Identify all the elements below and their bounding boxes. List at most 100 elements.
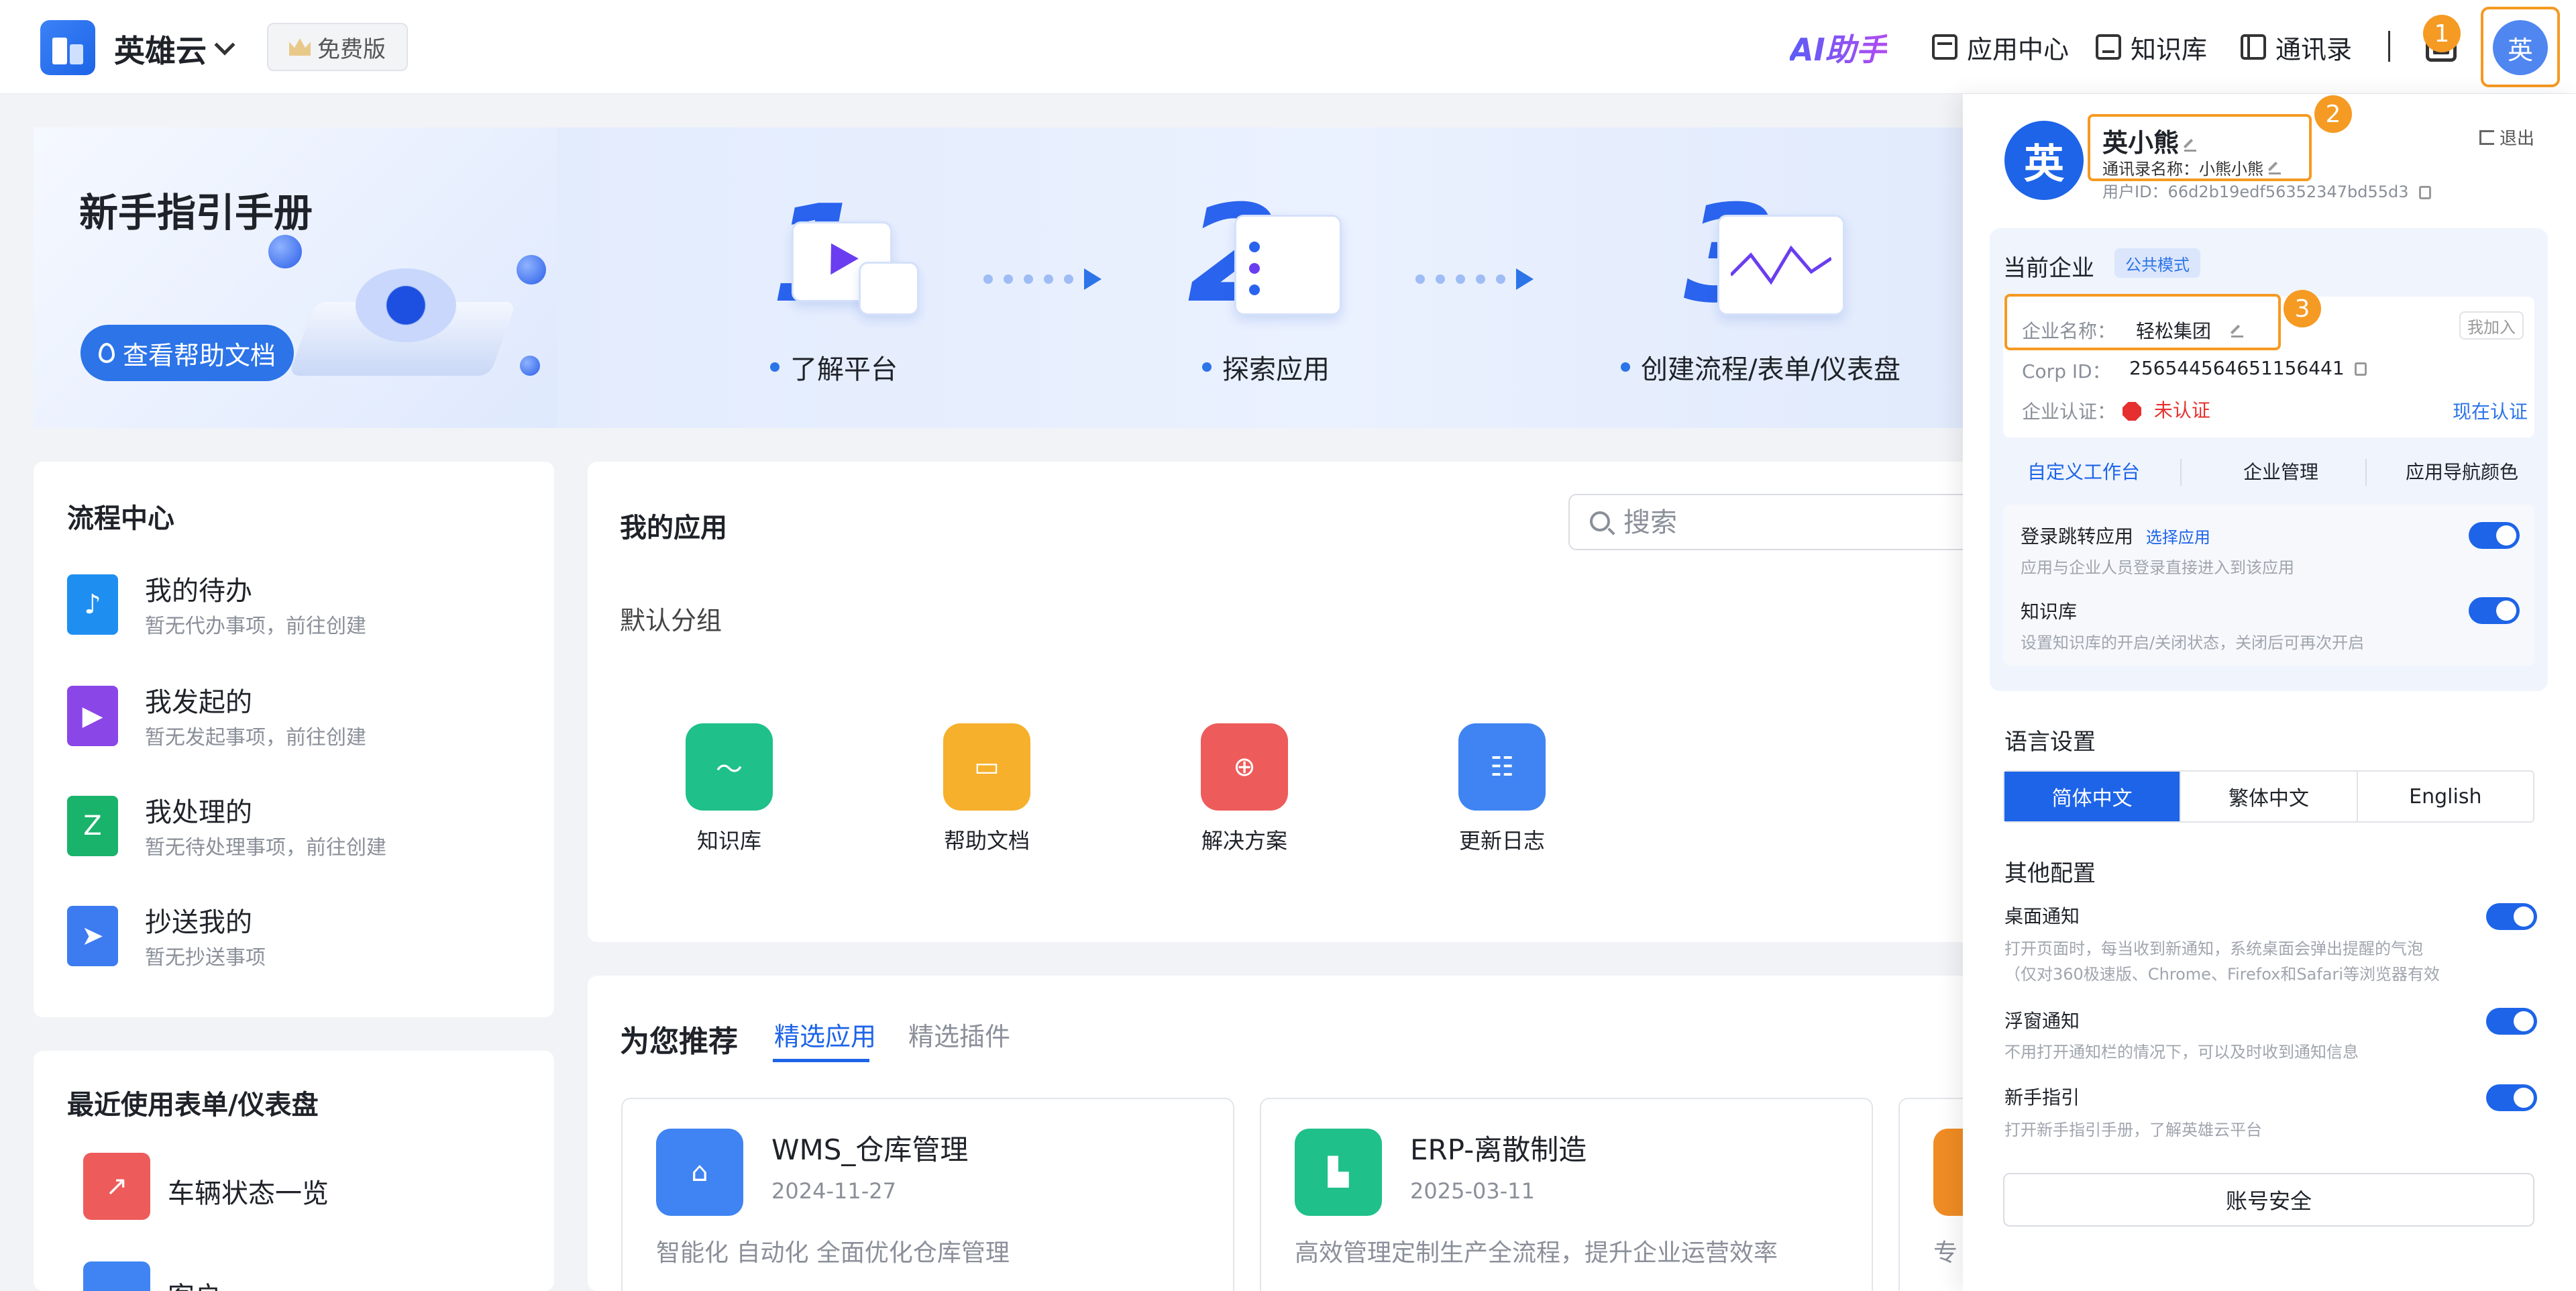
flow-item-cc[interactable]: ➤ 抄送我的 暂无抄送事项 xyxy=(34,900,554,974)
calendar-app-icon: ☷ xyxy=(1458,723,1546,811)
user-avatar-button[interactable]: 英 xyxy=(2481,7,2560,87)
flow-item-todo[interactable]: ♪ 我的待办 暂无代办事项，前往创建 xyxy=(34,569,554,643)
corp-id-text: 256544564651156441 xyxy=(2129,357,2345,379)
other-config-title: 其他配置 xyxy=(2004,860,2096,887)
nav-knowledge-base[interactable]: 知识库 xyxy=(2096,27,2207,67)
rec-card-desc: 智能化 自动化 全面优化仓库管理 xyxy=(656,1239,1010,1267)
tab-app-nav-color[interactable]: 应用导航颜色 xyxy=(2406,458,2518,484)
contact-name[interactable]: 通讯录名称：小熊小熊 xyxy=(2102,156,2281,179)
form-icon xyxy=(83,1261,150,1291)
step-3-illustration: 3 xyxy=(1684,188,1845,322)
joined-tag: 我加入 xyxy=(2459,311,2524,340)
login-redirect-switch[interactable] xyxy=(2469,522,2520,549)
recent-item[interactable]: 客户 xyxy=(168,1275,221,1291)
workspace-name[interactable]: 英雄云 xyxy=(114,27,207,71)
flow-item-name: 我发起的 xyxy=(145,687,252,718)
rec-card-desc: 专 xyxy=(1933,1239,1958,1267)
app-tile-knowledge[interactable]: 〜 知识库 xyxy=(659,723,793,858)
flow-item-sub: 暂无抄送事项 xyxy=(145,946,266,970)
search-icon xyxy=(1590,511,1610,531)
panel-title: 为您推荐 xyxy=(620,1025,738,1059)
play-icon: ▶ xyxy=(67,686,118,746)
lang-option-simplified[interactable]: 简体中文 xyxy=(2004,772,2180,821)
copy-icon[interactable] xyxy=(2354,362,2367,376)
tab-featured-plugins[interactable]: 精选插件 xyxy=(908,1016,1010,1053)
rec-card-name: ERP-离散制造 xyxy=(1410,1133,1587,1166)
guide-switch[interactable] xyxy=(2486,1084,2537,1111)
flow-item-name: 我处理的 xyxy=(145,797,252,828)
chevron-down-icon[interactable] xyxy=(214,34,235,56)
step-2-label[interactable]: 探索应用 xyxy=(1202,348,1330,386)
tab-featured-apps[interactable]: 精选应用 xyxy=(774,1016,876,1053)
logout-button[interactable]: 退出 xyxy=(2479,125,2534,150)
rec-card-erp[interactable]: ▙ ERP-离散制造 2025-03-11 高效管理定制生产全流程，提升企业运营… xyxy=(1260,1098,1873,1291)
lang-option-english[interactable]: English xyxy=(2356,772,2533,821)
app-group-label[interactable]: 默认分组 xyxy=(620,600,722,637)
flow-center-panel: 流程中心 ♪ 我的待办 暂无代办事项，前往创建 ▶ 我发起的 暂无发起事项，前往… xyxy=(34,462,554,1017)
choose-app-link[interactable]: 选择应用 xyxy=(2146,528,2210,547)
plan-badge[interactable]: 免费版 xyxy=(267,23,408,71)
verify-now-link[interactable]: 现在认证 xyxy=(2453,397,2528,424)
app-tile-changelog[interactable]: ☷ 更新日志 xyxy=(1432,723,1566,858)
top-bar: 英雄云 免费版 AI助手 应用中心 知识库 通讯录 1 英 xyxy=(0,0,2576,94)
copy-icon[interactable] xyxy=(2419,186,2432,199)
rec-card-desc: 高效管理定制生产全流程，提升企业运营效率 xyxy=(1295,1239,1778,1267)
book-icon xyxy=(2096,34,2121,60)
rec-card-wms[interactable]: ⌂ WMS_仓库管理 2024-11-27 智能化 自动化 全面优化仓库管理 xyxy=(621,1098,1234,1291)
app-tile-solutions[interactable]: ⊕ 解决方案 xyxy=(1174,723,1308,858)
help-button-label: 查看帮助文档 xyxy=(122,340,276,370)
corp-id-label: Corp ID： xyxy=(2022,360,2111,382)
knowledge-toggle-label: 知识库 xyxy=(2021,601,2078,623)
language-selector: 简体中文 繁体中文 English xyxy=(2003,770,2534,823)
warehouse-icon: ⌂ xyxy=(656,1129,743,1216)
chart-wave-icon xyxy=(1731,245,1831,285)
tab-corp-management[interactable]: 企业管理 xyxy=(2243,458,2318,484)
step-2-illustration: 2 xyxy=(1187,188,1348,322)
avatar: 英 xyxy=(2493,20,2548,75)
recent-item[interactable]: 车辆状态一览 xyxy=(168,1172,329,1210)
flow-item-initiated[interactable]: ▶ 我发起的 暂无发起事项，前往创建 xyxy=(34,680,554,754)
ai-assistant-link[interactable]: AI助手 xyxy=(1790,25,1887,70)
logout-label: 退出 xyxy=(2500,129,2535,149)
profile-name[interactable]: 英小熊 xyxy=(2102,122,2197,159)
float-notify-switch[interactable] xyxy=(2486,1008,2537,1035)
edit-icon[interactable] xyxy=(2269,162,2281,174)
account-security-button[interactable]: 账号安全 xyxy=(2003,1173,2534,1227)
recent-forms-panel: 最近使用表单/仪表盘 ↗ 车辆状态一览 客户 xyxy=(34,1051,554,1291)
nav-contacts[interactable]: 通讯录 xyxy=(2241,27,2352,67)
section-title: 当前企业 xyxy=(2003,255,2094,282)
crown-icon xyxy=(289,38,311,56)
knowledge-switch[interactable] xyxy=(2469,597,2520,624)
profile-avatar: 英 xyxy=(2004,121,2084,200)
tab-custom-workbench[interactable]: 自定义工作台 xyxy=(2027,458,2140,484)
logout-icon xyxy=(2479,130,2494,145)
nav-label: 通讯录 xyxy=(2275,34,2353,64)
user-id: 用户ID：66d2b19edf56352347bd55d3 xyxy=(2102,178,2432,202)
current-corp-section: 当前企业 公共模式 企业名称： 轻松集团 我加入 Corp ID： 256544… xyxy=(1990,228,2548,691)
step-text: 探索应用 xyxy=(1222,354,1330,385)
profile-name-text: 英小熊 xyxy=(2102,128,2180,158)
app-logo-icon[interactable] xyxy=(40,20,95,75)
flow-item-processed[interactable]: Z 我处理的 暂无待处理事项，前往创建 xyxy=(34,790,554,864)
app-tile-help-docs[interactable]: ▭ 帮助文档 xyxy=(916,723,1051,858)
corp-auth-label: 企业认证： xyxy=(2022,401,2116,423)
knowledge-app-icon: 〜 xyxy=(686,723,773,811)
desktop-notify-switch[interactable] xyxy=(2486,903,2537,930)
step-text: 了解平台 xyxy=(790,354,898,385)
step-arrow-2 xyxy=(1415,268,1534,290)
toggle-description: 设置知识库的开启/关闭状态，关闭后可再次开启 xyxy=(2021,633,2365,652)
toggle-label-text: 登录跳转应用 xyxy=(2021,525,2134,548)
lang-option-traditional[interactable]: 繁体中文 xyxy=(2180,772,2356,821)
divider xyxy=(2365,459,2367,486)
flow-item-name: 抄送我的 xyxy=(145,907,252,938)
step-badge-2: 2 xyxy=(2314,95,2352,133)
edit-icon[interactable] xyxy=(2184,140,2197,152)
bell-icon: ♪ xyxy=(67,574,118,635)
step-1-label[interactable]: 了解平台 xyxy=(770,348,898,386)
step-3-label[interactable]: 创建流程/表单/仪表盘 xyxy=(1621,348,1900,386)
nav-app-center[interactable]: 应用中心 xyxy=(1932,27,2069,67)
view-help-docs-button[interactable]: 查看帮助文档 xyxy=(80,325,294,381)
bullet-icon xyxy=(1202,362,1212,372)
corp-id: 256544564651156441 xyxy=(2129,357,2367,379)
target-app-icon: ⊕ xyxy=(1201,723,1288,811)
